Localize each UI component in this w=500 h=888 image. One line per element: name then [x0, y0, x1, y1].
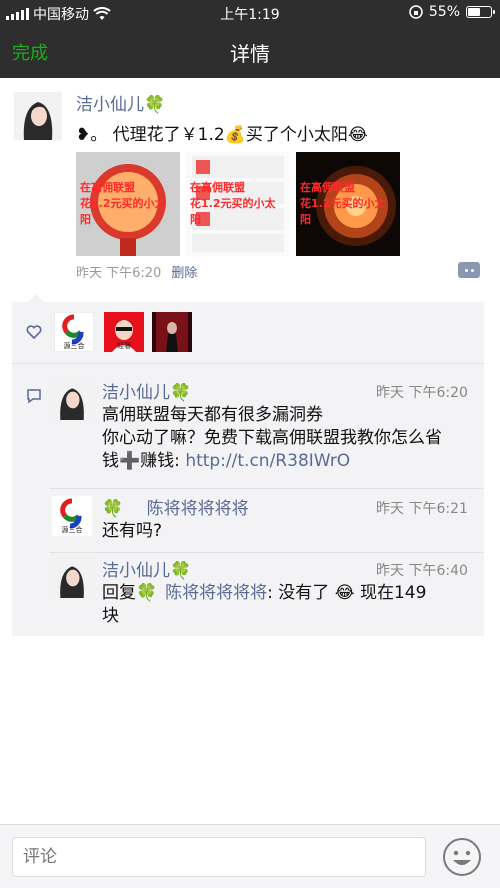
comment-3-avatar[interactable] [52, 558, 92, 598]
post-text: ❥。 代理花了￥1.2💰买了个小太阳😂 [76, 125, 368, 145]
post-author-name[interactable]: 洁小仙儿🍀 [76, 90, 165, 115]
post-image-grid: 在高佣联盟 花1.2元买的小太阳 在高佣联盟 花1.2元买的小太阳 在高佣联盟 … [76, 152, 400, 256]
comment-input-bar [0, 824, 500, 888]
post-time: 昨天 下午6:20 [76, 266, 162, 281]
likes-row: 源三合 轻奢 [12, 302, 484, 364]
comment-3-author[interactable]: 洁小仙儿🍀 [102, 556, 191, 581]
comment-1-avatar[interactable] [52, 380, 92, 420]
post-image-3-caption: 在高佣联盟 花1.2元买的小太阳 [300, 181, 386, 226]
comment-2-avatar-label: 源三合 [61, 526, 83, 534]
nav-bar: 完成 详情 [0, 26, 500, 78]
post-image-1[interactable]: 在高佣联盟 花1.2元买的小太阳 [76, 152, 180, 256]
comment-1-author[interactable]: 洁小仙儿🍀 [102, 378, 191, 403]
emoji-icon[interactable] [442, 837, 482, 877]
divider [50, 488, 484, 489]
battery-percentage: 55% [428, 4, 460, 20]
comment-2-author[interactable]: 🍀 陈将将将将将 [102, 494, 249, 519]
comment-2-author-name: 陈将将将将将 [146, 499, 249, 519]
divider [50, 552, 484, 553]
comment-icon [27, 389, 41, 404]
comment-1-time: 昨天 下午6:20 [376, 385, 468, 401]
post-image-2[interactable]: 在高佣联盟 花1.2元买的小太阳 [186, 152, 290, 256]
orientation-lock-icon [409, 5, 423, 19]
comment-2-avatar[interactable]: 源三合 [52, 496, 92, 536]
more-actions-button[interactable] [458, 262, 480, 278]
post-author-avatar[interactable] [14, 92, 62, 140]
page-title: 详情 [230, 42, 270, 66]
comment-input[interactable] [12, 837, 426, 877]
heart-icon [26, 325, 42, 340]
reply-to-name[interactable]: 陈将将将将将 [165, 583, 267, 603]
delete-link[interactable]: 删除 [171, 262, 197, 281]
liker-avatar-2[interactable]: 轻奢 [104, 312, 144, 352]
battery-icon [466, 6, 495, 18]
post-image-3[interactable]: 在高佣联盟 花1.2元买的小太阳 [296, 152, 400, 256]
interaction-panel: 源三合 轻奢 洁小仙儿🍀 昨天 下午6:20 高佣联盟每天都有很多漏洞券 你心动… [12, 294, 484, 636]
comment-2-time: 昨天 下午6:21 [376, 501, 468, 517]
status-bar: 中国移动 上午1:19 55% [0, 0, 500, 26]
liker-avatar-1-label: 源三合 [63, 342, 85, 350]
post-meta: 昨天 下午6:20 删除 [76, 262, 197, 281]
comment-1-link[interactable]: http://t.cn/R38IWrO [185, 451, 350, 471]
comment-1-text[interactable]: 高佣联盟每天都有很多漏洞券 你心动了嘛？免费下载高佣联盟我教你怎么省 钱➕赚钱:… [102, 404, 478, 473]
comment-3-text[interactable]: 回复🍀 陈将将将将将: 没有了 😂 现在149 块 [102, 582, 478, 628]
comment-2-text[interactable]: 还有吗? [102, 520, 162, 543]
liker-avatar-2-label: 轻奢 [117, 342, 131, 350]
post-image-2-caption: 在高佣联盟 花1.2元买的小太阳 [190, 181, 276, 226]
liker-avatar-3[interactable] [152, 312, 192, 352]
comment-3-time: 昨天 下午6:40 [376, 563, 468, 579]
liker-avatar-1[interactable]: 源三合 [54, 312, 94, 352]
post-image-1-caption: 在高佣联盟 花1.2元买的小太阳 [80, 181, 166, 226]
